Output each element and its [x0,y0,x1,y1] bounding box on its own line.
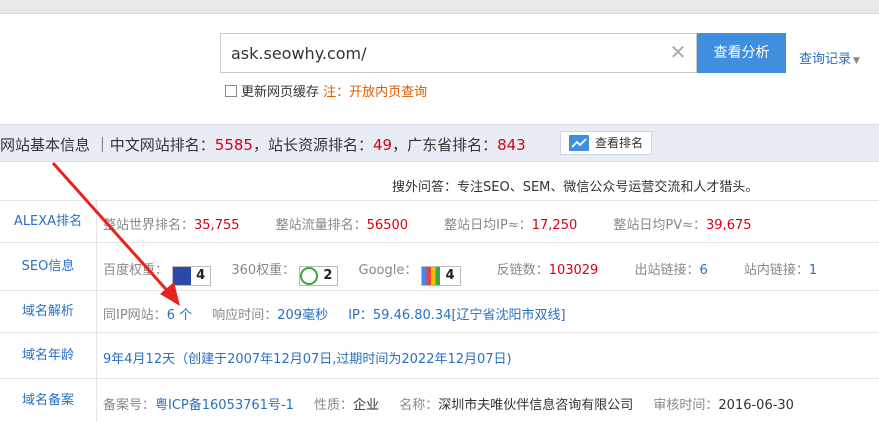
view-rank-label: 查看排名 [595,136,644,150]
response-time-value: 209毫秒 [277,308,329,323]
seo-content: 百度权重： 4 360权重： 2 Google： 4 反链数：103029 出站… [103,259,817,286]
daily-ip-label: 整站日均IP≈： [444,218,532,233]
cn-rank-value: 5585 [214,136,253,154]
icp-name-label: 名称： [399,398,439,413]
cache-option: 更新网页缓存 注：开放内页查询 [225,81,427,100]
analyze-button[interactable]: 查看分析 [697,33,786,73]
360-weight-value: 2 [323,268,333,283]
seo-label[interactable]: SEO信息 [0,243,97,290]
dns-row: 域名解析 同IP网站：6 个 响应时间：209毫秒 IP：59.46.80.34… [0,290,879,332]
top-bar [0,0,879,14]
baidu-weight-label: 百度权重： [103,263,169,278]
360-weight-label: 360权重： [231,263,296,278]
alexa-label[interactable]: ALEXA排名 [0,201,97,242]
response-time-label: 响应时间： [212,308,278,323]
google-rank-badge[interactable]: 4 [421,266,461,286]
icp-number-label: 备案号： [103,398,156,413]
domain-search-input[interactable] [221,34,667,72]
360-logo-icon [300,267,319,285]
baidu-weight-badge[interactable]: 4 [172,266,212,286]
daily-pv-value: 39,675 [706,218,752,233]
domain-age-label[interactable]: 域名年龄 [0,333,97,378]
google-logo-icon [422,267,441,285]
traffic-rank-label: 整站流量排名： [275,218,367,233]
same-ip-label: 同IP网站： [103,308,167,323]
webmaster-rank-value: 49 [372,136,393,154]
google-rank-value: 4 [445,268,455,283]
google-label: Google： [358,263,418,278]
province-rank-value: 843 [497,136,526,154]
ip-value[interactable]: 59.46.80.34[辽宁省沈阳市双线] [373,308,566,323]
baidu-weight-value: 4 [196,268,206,283]
same-ip-value[interactable]: 6 个 [167,308,192,323]
domain-age-value: 9年4月12天（创建于2007年12月07日,过期时间为2022年12月07日) [103,352,512,367]
inbound-links-value[interactable]: 1 [809,263,817,278]
icp-date-value: 2016-06-30 [718,398,794,413]
query-history-label: 查询记录 [799,52,852,67]
view-rank-button[interactable]: 查看排名 [560,131,652,155]
site-rank-summary: 网站基本信息 ｜中文网站排名：5585，站长资源排名：49，广东省排名：843 [0,134,526,155]
info-prefix: 网站基本信息 ｜中文网站排名： [0,136,215,154]
world-rank-label: 整站世界排名： [103,218,195,233]
world-rank-value: 35,755 [194,218,240,233]
traffic-rank-value: 56500 [366,218,409,233]
360-weight-badge[interactable]: 2 [299,266,339,286]
ip-label: IP： [348,308,373,323]
site-description: 搜外问答：专注SEO、SEM、微信公众号运营交流和人才猎头。 [392,180,759,195]
seo-row: SEO信息 百度权重： 4 360权重： 2 Google： 4 反链数：103… [0,242,879,290]
icp-nature-label: 性质： [314,398,354,413]
inner-page-note: 注：开放内页查询 [323,85,428,100]
icp-row: 域名备案 备案号：粤ICP备16053761号-1 性质：企业 名称：深圳市夫唯… [0,378,879,422]
inbound-links-label: 站内链接： [743,263,809,278]
domain-age-row: 域名年龄 9年4月12天（创建于2007年12月07日,过期时间为2022年12… [0,332,879,378]
chevron-down-icon: ▼ [853,56,860,66]
icp-label[interactable]: 域名备案 [0,379,97,422]
close-icon[interactable]: ✕ [668,42,688,62]
alexa-content: 整站世界排名：35,755 整站流量排名：56500 整站日均IP≈：17,25… [103,214,752,233]
site-info-bar: 网站基本信息 ｜中文网站排名：5585，站长资源排名：49，广东省排名：843 … [0,124,879,162]
province-rank-label: ，广东省排名： [392,136,498,154]
icp-name-value: 深圳市夫唯伙伴信息咨询有限公司 [438,398,634,413]
daily-pv-label: 整站日均PV≈： [613,218,707,233]
baidu-paw-icon [173,267,192,285]
update-cache-checkbox[interactable] [225,85,237,97]
icp-number-value[interactable]: 粤ICP备16053761号-1 [155,398,294,413]
daily-ip-value: 17,250 [531,218,578,233]
query-history-link[interactable]: 查询记录 ▼ [799,48,860,67]
dns-content: 同IP网站：6 个 响应时间：209毫秒 IP：59.46.80.34[辽宁省沈… [103,304,566,323]
icp-nature-value: 企业 [353,398,380,413]
outbound-links-label: 出站链接： [634,263,700,278]
update-cache-label[interactable]: 更新网页缓存 [241,85,319,100]
backlinks-label: 反链数： [496,263,549,278]
search-box: ✕ [220,33,697,73]
dns-label[interactable]: 域名解析 [0,291,97,332]
icp-content: 备案号：粤ICP备16053761号-1 性质：企业 名称：深圳市夫唯伙伴信息咨… [103,394,794,413]
backlinks-value[interactable]: 103029 [549,263,599,278]
outbound-links-value[interactable]: 6 [699,263,707,278]
icp-date-label: 审核时间： [653,398,719,413]
alexa-row: ALEXA排名 整站世界排名：35,755 整站流量排名：56500 整站日均I… [0,200,879,242]
line-chart-icon [569,135,589,151]
webmaster-rank-label: ，站长资源排名： [252,136,373,154]
